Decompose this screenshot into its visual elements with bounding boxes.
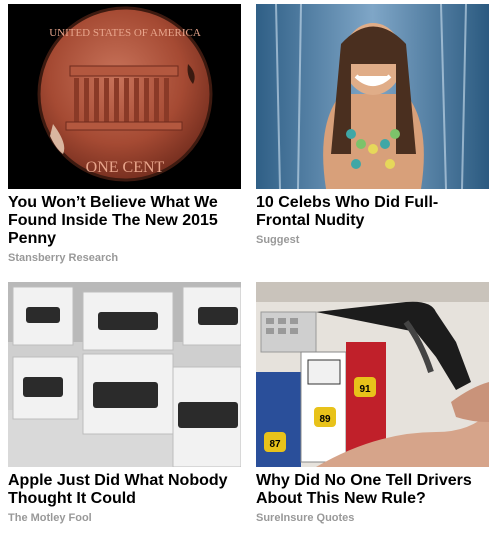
- card-source: The Motley Fool: [8, 512, 92, 524]
- penny-image[interactable]: UNITED STATES OF AMERICA ONE CENT: [8, 4, 241, 189]
- svg-text:91: 91: [359, 384, 371, 395]
- card-source: SureInsure Quotes: [256, 512, 355, 524]
- apple-tv-boxes-image[interactable]: [8, 282, 241, 467]
- card-title[interactable]: Why Did No One Tell Drivers About This N…: [256, 472, 489, 508]
- gas-pump-image[interactable]: 89 91 87: [256, 282, 489, 467]
- svg-text:ONE CENT: ONE CENT: [86, 159, 165, 176]
- card-title[interactable]: You Won’t Believe What We Found Inside T…: [8, 194, 241, 248]
- svg-text:89: 89: [319, 414, 331, 425]
- svg-text:UNITED STATES OF AMERICA: UNITED STATES OF AMERICA: [49, 27, 201, 39]
- card-source: Suggest: [256, 234, 300, 246]
- svg-text:87: 87: [269, 439, 281, 450]
- card-source: Stansberry Research: [8, 252, 119, 264]
- waterfall-woman-image[interactable]: [256, 4, 489, 189]
- card-title[interactable]: 10 Celebs Who Did Full-Frontal Nudity: [256, 194, 489, 230]
- card-title[interactable]: Apple Just Did What Nobody Thought It Co…: [8, 472, 241, 508]
